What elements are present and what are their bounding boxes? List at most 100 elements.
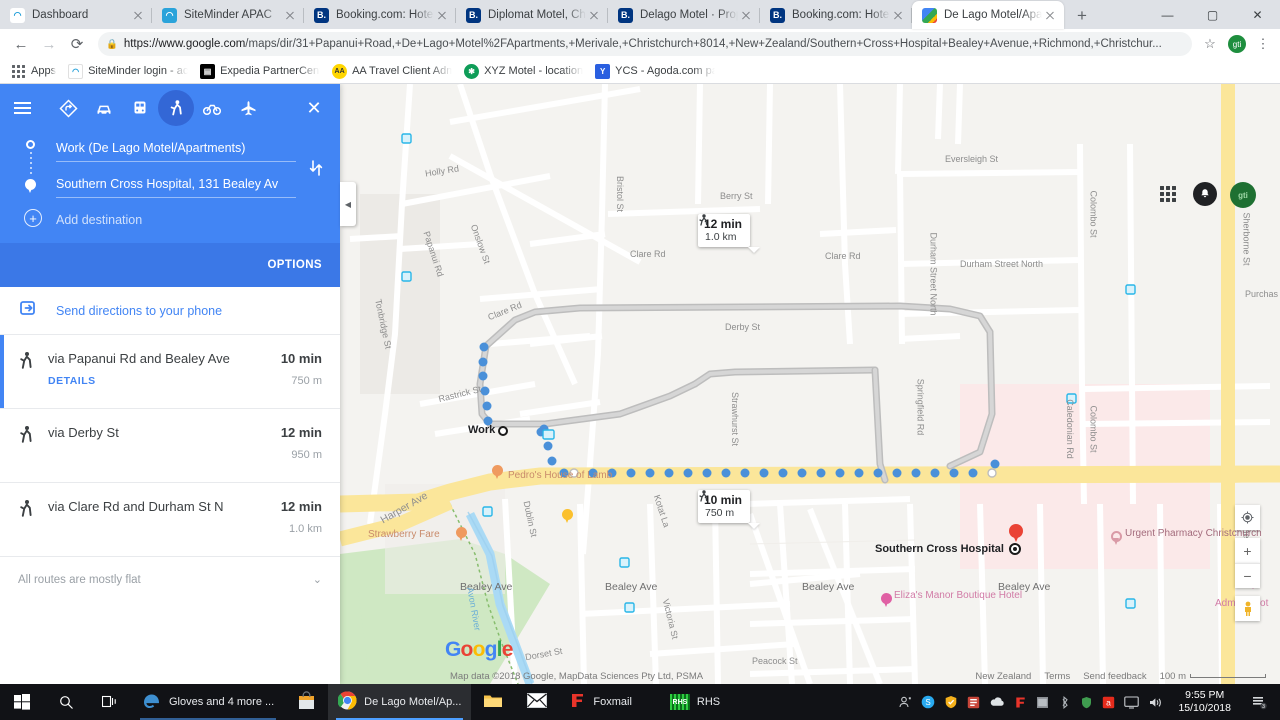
avast-icon[interactable]: a [1102,696,1115,709]
route-details-link[interactable]: DETAILS [48,375,281,387]
destination-pin[interactable] [1009,524,1023,543]
bookmark-item[interactable]: Y YCS - Agoda.com par [592,63,724,79]
notifications-icon[interactable]: 3 [1246,684,1272,720]
taskbar-item-explorer[interactable] [471,684,515,720]
forward-button[interactable]: → [36,31,62,57]
zoom-out-button[interactable]: − [1235,563,1260,588]
security-icon[interactable] [944,695,958,709]
restaurant-pin[interactable] [492,465,503,480]
route-badge-clare-durham[interactable]: 12 min 1.0 km [698,214,751,247]
reload-button[interactable]: ⟳ [64,31,90,57]
send-to-phone-row[interactable]: Send directions to your phone [0,287,340,335]
transit-icon[interactable] [122,90,158,126]
destination-marker-dot[interactable] [1009,543,1021,555]
destination-input[interactable] [56,174,296,198]
map-terms-link[interactable]: Terms [1044,671,1070,682]
close-icon[interactable] [738,7,754,23]
poi-label[interactable]: Strawberry Fare [368,529,440,540]
taskbar-item-foxmail[interactable]: Foxmail [559,684,642,720]
cycling-icon[interactable] [194,90,230,126]
close-window-button[interactable]: ✕ [1235,0,1280,29]
close-icon[interactable] [282,7,298,23]
minimize-button[interactable]: — [1145,0,1190,29]
poi-label[interactable]: Eliza's Manor Boutique Hotel [894,589,1022,602]
avatar[interactable]: gti [1228,35,1246,53]
window-icon[interactable] [1036,696,1049,709]
new-tab-button[interactable]: + [1068,1,1096,29]
browser-tab[interactable]: B. Booking.com: Hotels i [760,1,912,29]
route-badge-papanui-bealey[interactable]: 10 min 750 m [698,490,751,523]
map-feedback-link[interactable]: Send feedback [1083,671,1146,682]
elevation-note-row[interactable]: All routes are mostly flat ⌄ [0,557,340,602]
close-icon[interactable] [1042,7,1058,23]
browser-tab[interactable]: ◠ SiteMinder APAC [152,1,304,29]
maximize-button[interactable]: ▢ [1190,0,1235,29]
close-icon[interactable] [586,7,602,23]
bookmark-item[interactable]: ▤ Expedia PartnerCent [197,63,329,79]
close-icon[interactable] [434,7,450,23]
notifications-icon[interactable] [1193,182,1217,206]
onedrive-icon[interactable] [989,696,1005,708]
browser-tab-active[interactable]: De Lago Motel/Apartm [912,1,1064,29]
chevron-down-icon[interactable]: ⌄ [313,573,322,586]
taskbar-item-chrome[interactable]: De Lago Motel/Ap... [328,684,472,720]
taskbar-clock[interactable]: 9:55 PM 15/10/2018 [1172,689,1237,715]
display-icon[interactable] [1124,695,1140,709]
task-view-icon[interactable] [88,684,132,720]
route-option-3[interactable]: via Clare Rd and Durham St N 12 min 1.0 … [0,483,340,557]
hotel-pin[interactable] [881,593,892,608]
volume-icon[interactable] [1148,696,1163,709]
shield-icon[interactable] [1080,696,1093,709]
options-bar[interactable]: OPTIONS [0,243,340,287]
foxmail-tray-icon[interactable] [1014,696,1027,709]
zoom-in-button[interactable]: + [1235,538,1260,563]
pegman-icon[interactable] [1235,596,1260,621]
browser-tab[interactable]: B. Delago Motel · Proper [608,1,760,29]
skype-icon[interactable]: S [921,695,935,709]
people-icon[interactable] [898,695,912,709]
back-button[interactable]: ← [8,31,34,57]
route-option-2[interactable]: via Derby St 12 min 950 m [0,409,340,483]
search-icon[interactable] [44,684,88,720]
poi-label[interactable]: Pedro's House of Lamb [508,470,612,481]
taskbar-item-edge[interactable]: Gloves and 4 more ... [132,684,284,720]
close-directions-button[interactable]: ✕ [302,98,326,119]
browser-tab[interactable]: B. Booking.com: Hotels i [304,1,456,29]
locate-me-button[interactable] [1235,505,1260,530]
route-option-1[interactable]: via Papanui Rd and Bealey Ave DETAILS 10… [0,335,340,409]
address-bar[interactable]: 🔒 https://www.google.com/maps/dir/31+Pap… [98,32,1192,56]
taskbar-item-mail[interactable] [515,684,559,720]
add-destination-input[interactable] [56,210,296,233]
bookmark-item[interactable]: AA AA Travel Client Adm [329,63,461,79]
apps-grid-icon[interactable] [1156,182,1180,206]
bookmark-item[interactable]: ✱ XYZ Motel - location [461,63,592,79]
menu-icon[interactable] [14,102,38,114]
collapse-panel-button[interactable]: ◀ [340,182,356,226]
flights-icon[interactable] [230,90,266,126]
taskbar-item-store[interactable] [284,684,328,720]
account-avatar[interactable]: gti [1230,182,1256,208]
best-route-icon[interactable] [50,90,86,126]
options-label[interactable]: OPTIONS [267,259,322,271]
app-icon[interactable] [967,696,980,709]
bluetooth-icon[interactable] [1058,695,1071,709]
browser-tab[interactable]: ◠ Dashboard [0,1,152,29]
start-button[interactable] [0,684,44,720]
chrome-menu-icon[interactable]: ⋮ [1254,37,1272,50]
walking-icon[interactable] [158,90,194,126]
map-canvas[interactable]: Holly Rd Papanui Rd Bristol St Berry St … [340,84,1280,684]
close-icon[interactable] [890,7,906,23]
hotel-pin[interactable] [562,509,573,524]
origin-input[interactable] [56,138,296,162]
browser-tab[interactable]: B. Diplomat Motel, Christ [456,1,608,29]
bookmark-star-icon[interactable]: ☆ [1200,36,1220,52]
bookmark-apps[interactable]: Apps [8,64,65,79]
send-to-phone-label[interactable]: Send directions to your phone [56,304,222,318]
close-icon[interactable] [130,7,146,23]
bookmark-item[interactable]: ◠ SiteMinder login - ac [65,63,197,79]
origin-marker-dot[interactable] [498,426,508,436]
restaurant-pin[interactable] [456,527,467,542]
pharmacy-pin[interactable] [1111,531,1122,546]
taskbar-item-rhs[interactable]: RHS RHS [660,684,730,720]
driving-icon[interactable] [86,90,122,126]
